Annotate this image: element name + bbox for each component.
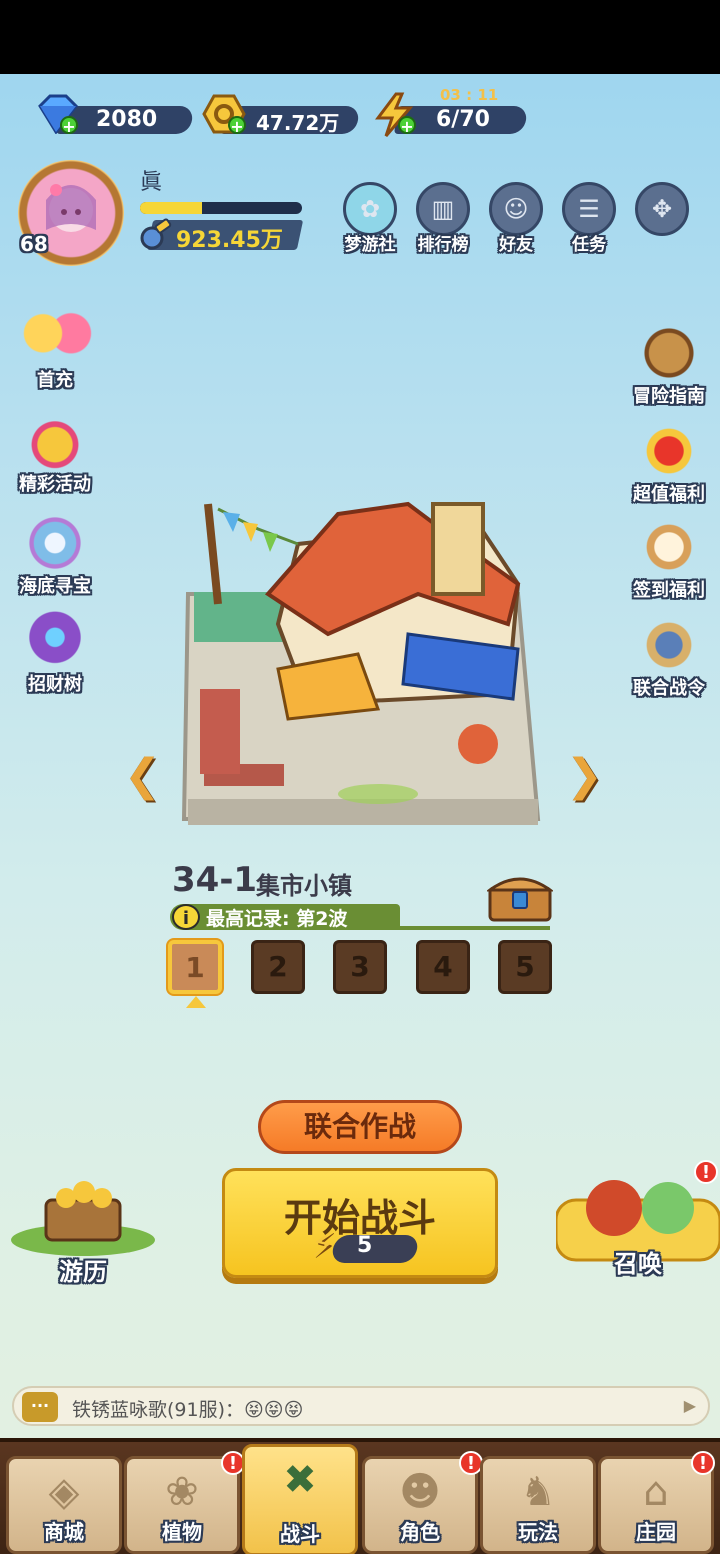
- chat-expand-icon[interactable]: ▶: [684, 1396, 696, 1415]
- stage-name: 集市小镇: [256, 872, 352, 900]
- ranking-button[interactable]: ▥ 排行榜: [413, 182, 473, 255]
- nav-gameplay[interactable]: ♞ 玩法: [480, 1456, 596, 1554]
- tasks-label: 任务: [572, 235, 606, 255]
- nav-character-label: 角色: [400, 1520, 440, 1544]
- nav-plants[interactable]: ❀ 植物 !: [124, 1451, 245, 1554]
- battle-cost-value: 5: [357, 1233, 373, 1258]
- plants-icon: ❀: [165, 1469, 199, 1515]
- tasks-icon: ☰: [562, 182, 616, 236]
- wave-button-4[interactable]: 4: [416, 940, 470, 994]
- stage-number: 34-1: [172, 860, 258, 900]
- coins-value: 47.72万: [256, 111, 340, 135]
- stage-map-illustration[interactable]: [178, 474, 542, 854]
- friends-icon: ☺: [489, 182, 543, 236]
- player-level: 68: [20, 232, 48, 256]
- money-tree-button[interactable]: 招财树: [0, 604, 110, 696]
- windmill-icon: ✖: [283, 1457, 317, 1503]
- nav-manor[interactable]: ⌂ 庄园 !: [598, 1451, 715, 1554]
- wave-button-3[interactable]: 3: [333, 940, 387, 994]
- value-welfare-icon: [629, 414, 709, 488]
- summon-button[interactable]: 召唤 !: [554, 1160, 720, 1294]
- shop-icon: ◈: [48, 1469, 80, 1515]
- friends-label: 好友: [499, 235, 533, 255]
- power-icon: [140, 218, 172, 250]
- info-icon[interactable]: i: [172, 904, 200, 930]
- game-screen: + 2080 + 47.72万 03 : 11 + 6/70 68 眞 923.…: [0, 74, 720, 1554]
- add-coins-icon[interactable]: +: [228, 116, 246, 136]
- wave-selected-pointer-icon: [186, 996, 206, 1008]
- events-icon: [15, 404, 95, 478]
- battle-pass-icon: [629, 608, 709, 682]
- ranking-label: 排行榜: [417, 235, 469, 255]
- wave-button-2[interactable]: 2: [251, 940, 305, 994]
- nav-gameplay-label: 玩法: [518, 1520, 558, 1544]
- power-value: 923.45万: [176, 228, 283, 253]
- energy-value: 6/70: [436, 107, 490, 132]
- stage-chest-icon[interactable]: [487, 872, 553, 922]
- nav-battle[interactable]: ✖ 战斗: [242, 1444, 358, 1554]
- gameplay-icon: ♞: [520, 1469, 556, 1515]
- manor-icon: ⌂: [643, 1469, 669, 1515]
- friends-button[interactable]: ☺ 好友: [486, 182, 546, 255]
- battle-cost-lightning-icon: ⚡: [311, 1225, 335, 1265]
- dream-club-button[interactable]: ✿ 梦游社: [340, 182, 400, 255]
- treasure-pile-icon: [11, 1181, 155, 1256]
- nav-plants-label: 植物: [162, 1520, 202, 1544]
- adventure-guide-button[interactable]: 冒险指南: [614, 316, 720, 408]
- coop-battle-button[interactable]: 联合作战: [258, 1100, 462, 1154]
- money-tree-icon: [15, 604, 95, 678]
- nav-shop[interactable]: ◈ 商城: [6, 1456, 122, 1554]
- exp-progress-bar: [140, 202, 302, 214]
- nav-battle-label: 战斗: [280, 1522, 320, 1546]
- character-icon: ☻: [399, 1469, 441, 1515]
- dream-club-icon: ✿: [343, 182, 397, 236]
- first-recharge-button[interactable]: 首充: [0, 300, 110, 392]
- bottom-nav: ◈ 商城 ❀ 植物 ! ✖ 战斗 ☻ 角色 ! ♞ 玩法 ⌂ 庄园 !: [0, 1438, 720, 1554]
- events-button[interactable]: 精彩活动: [0, 404, 110, 496]
- summon-alert-badge: !: [694, 1160, 718, 1184]
- wave-button-1[interactable]: 1: [168, 940, 222, 994]
- chat-message: 铁锈蓝咏歌(91服)：😝😝😝: [72, 1399, 304, 1421]
- add-energy-icon[interactable]: +: [398, 116, 416, 136]
- nav-manor-label: 庄园: [636, 1520, 676, 1544]
- signin-welfare-icon: [629, 510, 709, 584]
- nav-shop-label: 商城: [44, 1520, 84, 1544]
- nav-character[interactable]: ☻ 角色 !: [362, 1451, 483, 1554]
- record-underline: [390, 926, 550, 930]
- add-gems-icon[interactable]: +: [60, 116, 78, 136]
- first-recharge-icon: [15, 300, 95, 374]
- more-icon: ✥: [635, 182, 689, 236]
- wave-button-5[interactable]: 5: [498, 940, 552, 994]
- sea-treasure-icon: [15, 506, 95, 580]
- prev-stage-arrow-icon[interactable]: ❮: [124, 750, 161, 801]
- tasks-button[interactable]: ☰ 任务: [559, 182, 619, 255]
- adventure-guide-icon: [629, 316, 709, 390]
- best-record-text: 最高记录: 第2波: [206, 908, 348, 930]
- exp-progress-fill: [140, 202, 202, 214]
- player-name: 眞: [140, 170, 163, 195]
- energy-timer: 03 : 11: [440, 86, 499, 104]
- manor-alert-badge: !: [691, 1451, 715, 1475]
- next-stage-arrow-icon[interactable]: ❯: [566, 750, 603, 801]
- battle-cost-pill: [330, 1235, 420, 1263]
- gems-value: 2080: [96, 107, 158, 132]
- signin-welfare-button[interactable]: 签到福利: [614, 510, 720, 602]
- dream-club-label: 梦游社: [344, 235, 396, 255]
- start-battle-button[interactable]: 开始战斗 ⚡ 5: [222, 1168, 498, 1278]
- chat-bar[interactable]: ··· 铁锈蓝咏歌(91服)：😝😝😝 ▶: [12, 1386, 710, 1426]
- ranking-icon: ▥: [416, 182, 470, 236]
- chat-bubble-icon: ···: [22, 1392, 58, 1422]
- travel-button[interactable]: 游历: [6, 1170, 160, 1290]
- value-welfare-button[interactable]: 超值福利: [614, 414, 720, 506]
- more-button[interactable]: ✥: [632, 182, 692, 236]
- sea-treasure-button[interactable]: 海底寻宝: [0, 506, 110, 598]
- battle-pass-button[interactable]: 联合战令: [614, 608, 720, 700]
